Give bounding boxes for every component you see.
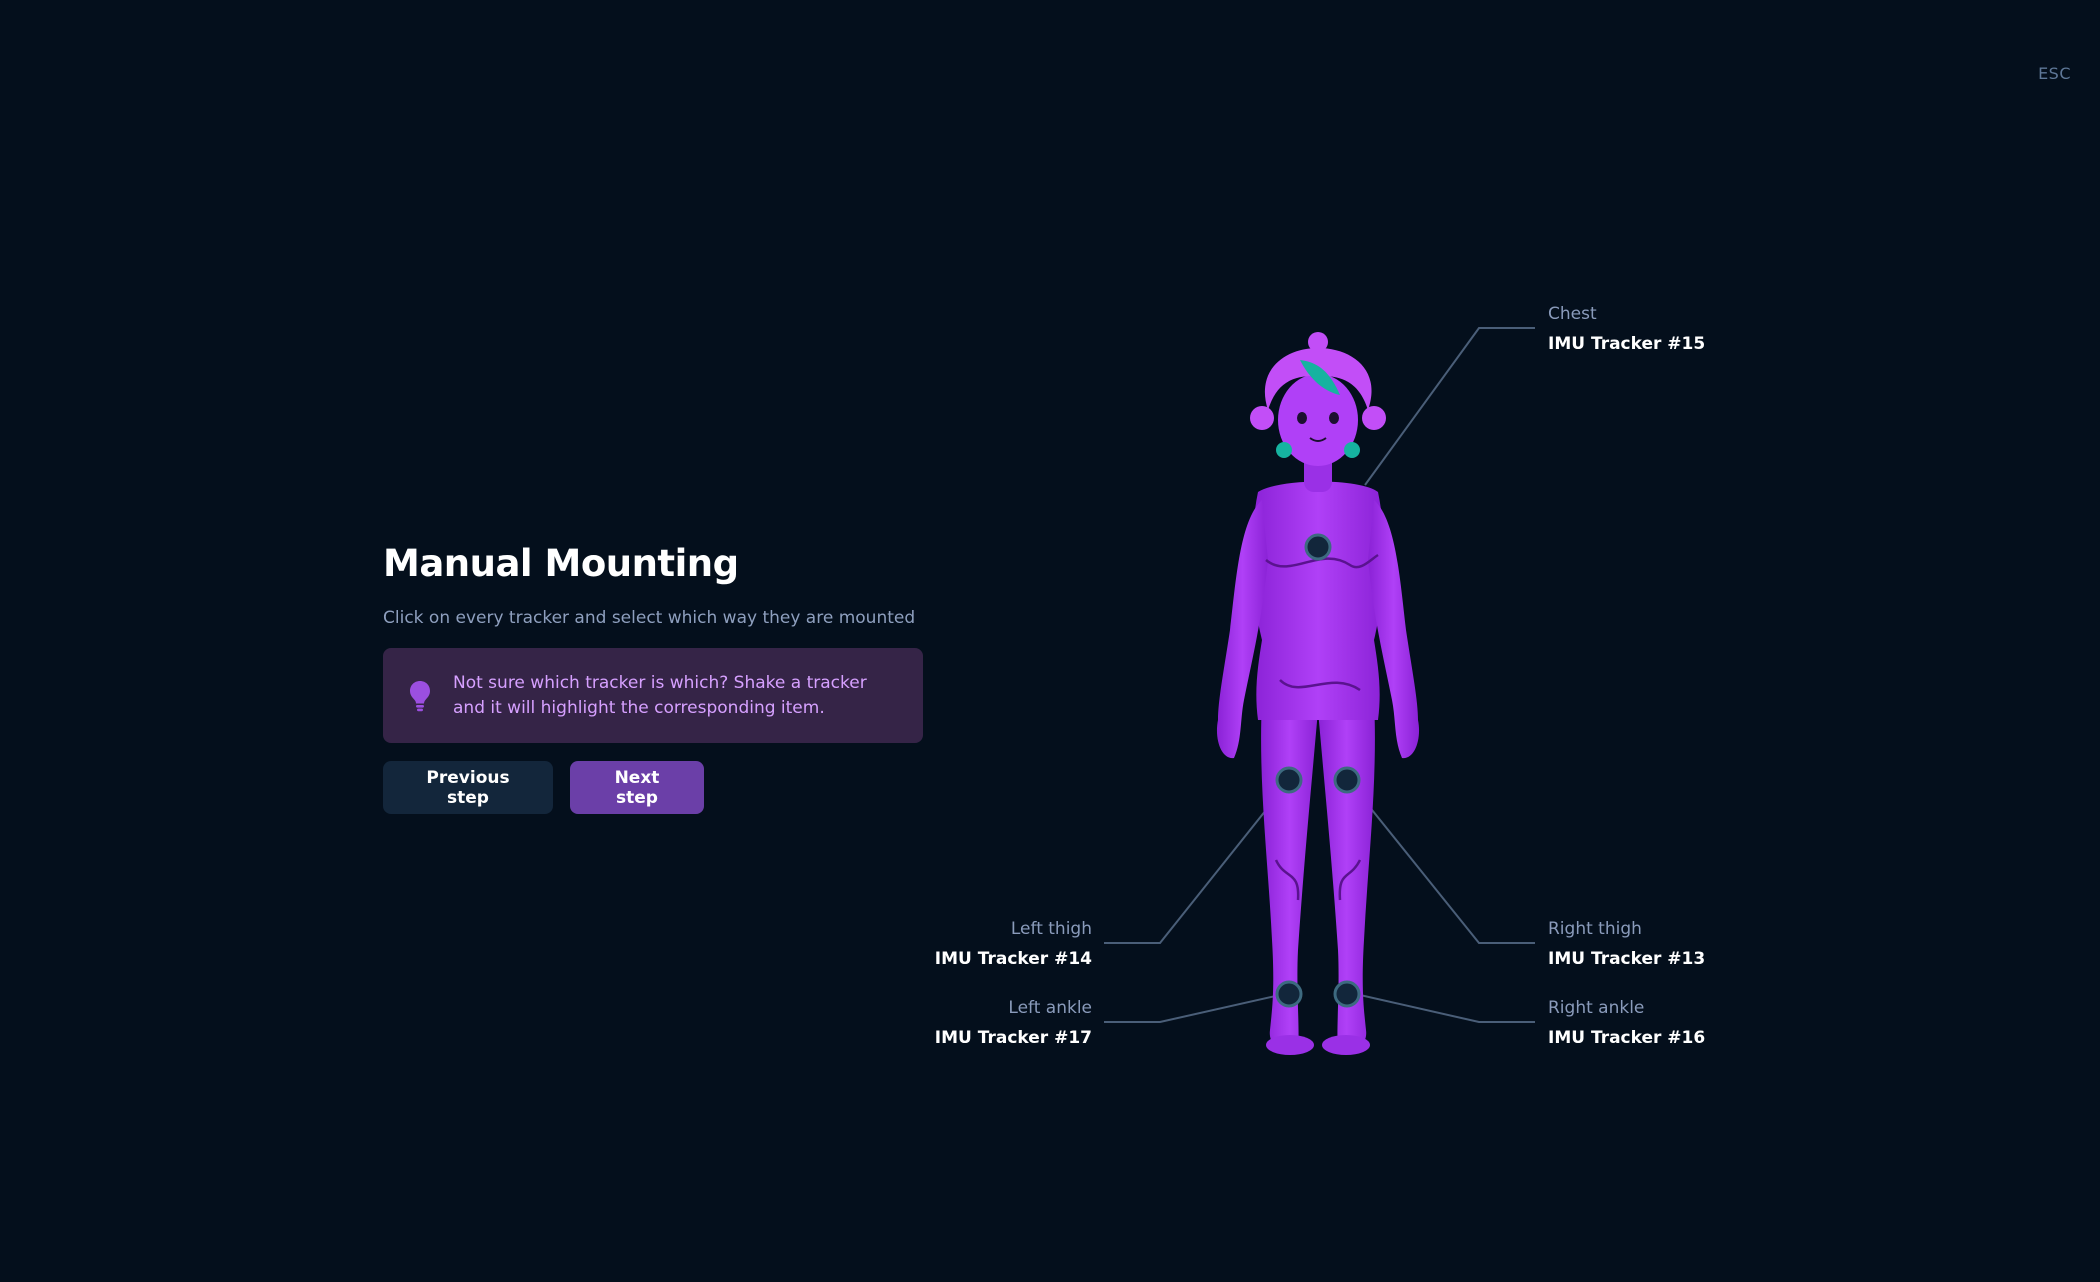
right-thigh-part-label: Right thigh (1548, 919, 1642, 939)
right-ankle-connector-line (1359, 994, 1535, 1023)
chest-part-label: Chest (1548, 304, 1597, 324)
right-thigh-tracker-label[interactable]: Right thigh IMU Tracker #13 (1548, 914, 1705, 974)
right-thigh-tracker-name: IMU Tracker #13 (1548, 949, 1706, 969)
left-ankle-tracker-name: IMU Tracker #17 (934, 1028, 1092, 1048)
chest-tracker-name: IMU Tracker #15 (1548, 334, 1706, 354)
left-thigh-tracker-name: IMU Tracker #14 (934, 949, 1092, 969)
chest-connector-line (1364, 327, 1535, 486)
right-ankle-tracker-label[interactable]: Right ankle IMU Tracker #16 (1548, 993, 1705, 1053)
left-thigh-tracker-label[interactable]: Left thigh IMU Tracker #14 (935, 914, 1092, 974)
body-figure-svg (1104, 327, 1535, 1055)
left-ankle-part-label: Left ankle (1008, 998, 1092, 1018)
left-thigh-part-label: Left thigh (1010, 919, 1092, 939)
avatar-figure (1216, 332, 1420, 1055)
chest-tracker-label[interactable]: Chest IMU Tracker #15 (1548, 299, 1705, 359)
left-ankle-tracker-point[interactable] (1275, 980, 1303, 1008)
right-ankle-part-label: Right ankle (1548, 998, 1645, 1018)
left-thigh-connector-line (1104, 794, 1279, 944)
chest-tracker-point[interactable] (1304, 533, 1332, 561)
left-ankle-connector-line (1104, 994, 1281, 1023)
body-diagram: Chest IMU Tracker #15 Left thigh IMU Tra… (0, 0, 2100, 1282)
left-ankle-tracker-label[interactable]: Left ankle IMU Tracker #17 (935, 993, 1092, 1053)
right-ankle-tracker-name: IMU Tracker #16 (1548, 1028, 1706, 1048)
right-thigh-connector-line (1359, 794, 1535, 944)
manual-mounting-page: ESC Manual Mounting Click on every track… (0, 0, 2100, 1282)
right-thigh-tracker-point[interactable] (1333, 766, 1361, 794)
right-ankle-tracker-point[interactable] (1333, 980, 1361, 1008)
left-thigh-tracker-point[interactable] (1275, 766, 1303, 794)
